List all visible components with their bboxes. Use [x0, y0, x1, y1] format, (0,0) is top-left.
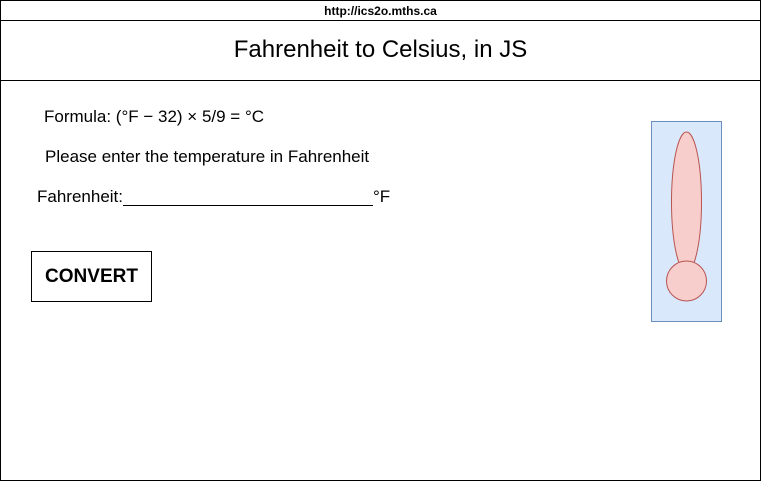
fahrenheit-input[interactable] — [123, 187, 373, 206]
url-bar: http://ics2o.mths.ca — [1, 1, 760, 21]
page-title: Fahrenheit to Celsius, in JS — [233, 36, 528, 63]
formula-text: Formula: (°F − 32) × 5/9 = °C — [44, 107, 265, 126]
fahrenheit-unit: °F — [373, 187, 391, 206]
fahrenheit-field-row: Fahrenheit: °F — [37, 187, 390, 207]
convert-button[interactable]: CONVERT — [31, 251, 152, 302]
thermometer-panel — [651, 121, 722, 322]
thermometer-icon — [666, 131, 707, 302]
url-text: http://ics2o.mths.ca — [324, 4, 437, 18]
instruction-text: Please enter the temperature in Fahrenhe… — [45, 147, 370, 166]
thermometer-bulb — [666, 260, 707, 302]
fahrenheit-label: Fahrenheit: — [37, 187, 123, 206]
page-header: Fahrenheit to Celsius, in JS — [1, 21, 760, 81]
thermometer-tube — [671, 131, 702, 273]
app-frame: http://ics2o.mths.ca Fahrenheit to Celsi… — [0, 0, 761, 481]
